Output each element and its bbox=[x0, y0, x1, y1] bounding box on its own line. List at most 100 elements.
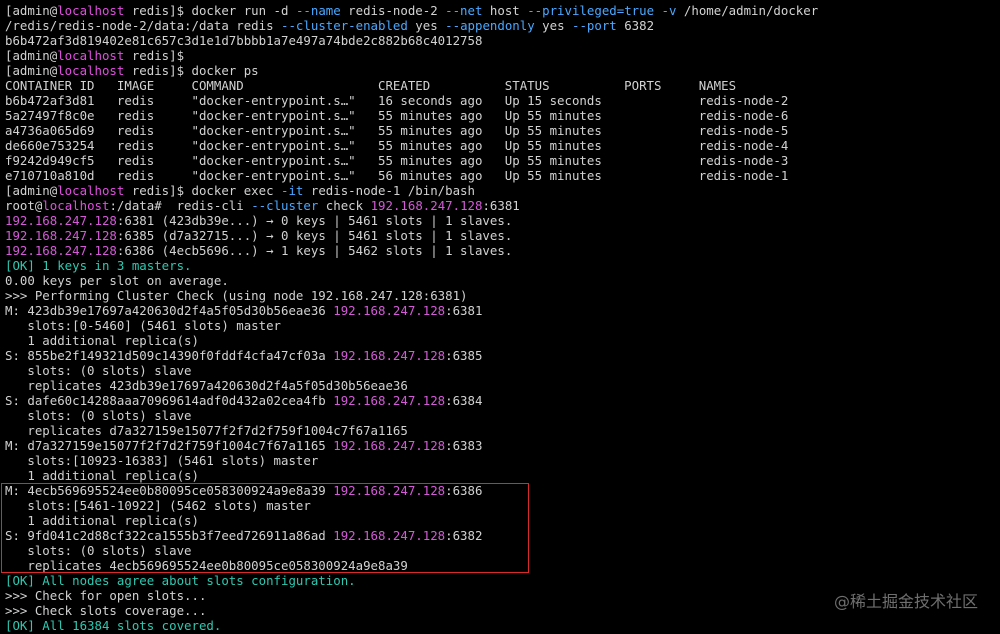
terminal-text: 192.168.247.128 bbox=[333, 303, 446, 318]
terminal-text: S: 855be2f149321d509c14390f0fddf4cfa47cf… bbox=[5, 348, 334, 363]
terminal-text: 192.168.247.128 bbox=[5, 213, 117, 228]
terminal-text: M: d7a327159e15077f2f7d2f759f1004c7f67a1… bbox=[5, 438, 334, 453]
terminal-line: [admin@localhost redis]$ docker ps bbox=[5, 63, 1000, 78]
terminal-line: [admin@localhost redis]$ docker run -d -… bbox=[5, 3, 1000, 18]
watermark: @稀土掘金技术社区 bbox=[833, 592, 978, 611]
terminal-line: S: dafe60c14288aaa70969614adf0d432a02cea… bbox=[5, 393, 1000, 408]
terminal-text: redis]$ docker run -d bbox=[124, 3, 296, 18]
terminal-line: b6b472af3d81 redis "docker-entrypoint.s…… bbox=[5, 93, 1000, 108]
terminal-text: check bbox=[318, 198, 371, 213]
terminal-text: [OK] 1 keys in 3 masters. bbox=[5, 258, 192, 273]
terminal-line: CONTAINER ID IMAGE COMMAND CREATED STATU… bbox=[5, 78, 1000, 93]
terminal-text: 1 additional replica(s) bbox=[5, 513, 199, 528]
terminal-text: 1 additional replica(s) bbox=[5, 468, 199, 483]
terminal-text: -it bbox=[281, 183, 304, 198]
terminal-line: 0.00 keys per slot on average. bbox=[5, 273, 1000, 288]
terminal-line: /redis/redis-node-2/data:/data redis --c… bbox=[5, 18, 1000, 33]
terminal-line: [OK] All 16384 slots covered. bbox=[5, 618, 1000, 633]
terminal-line: b6b472af3d819402e81c657c3d1e1d7bbbb1a7e4… bbox=[5, 33, 1000, 48]
terminal-text: :6381 bbox=[445, 303, 483, 318]
terminal-text: localhost bbox=[57, 63, 125, 78]
terminal-text: >>> Check for open slots... bbox=[5, 588, 207, 603]
terminal-line: S: 9fd041c2d88cf322ca1555b3f7eed726911a8… bbox=[5, 528, 1000, 543]
terminal-line: replicates 4ecb569695524ee0b80095ce05830… bbox=[5, 558, 1000, 573]
terminal-output: [admin@localhost redis]$ docker run -d -… bbox=[5, 3, 1000, 633]
terminal-text: 192.168.247.128 bbox=[333, 483, 446, 498]
terminal-text: --privileged=true bbox=[527, 3, 655, 18]
terminal-text: :6382 bbox=[445, 528, 483, 543]
terminal-text: redis]$ docker exec bbox=[124, 183, 282, 198]
terminal-text: :6384 bbox=[445, 393, 483, 408]
terminal-text: :6385 (d7a32715...) → 0 keys | 5461 slot… bbox=[116, 228, 513, 243]
terminal-line: 5a27497f8c0e redis "docker-entrypoint.s…… bbox=[5, 108, 1000, 123]
terminal-text: >>> Check slots coverage... bbox=[5, 603, 207, 618]
terminal-text: --port bbox=[572, 18, 617, 33]
terminal-line: replicates d7a327159e15077f2f7d2f759f100… bbox=[5, 423, 1000, 438]
terminal-text: 192.168.247.128 bbox=[333, 393, 446, 408]
terminal-text: S: dafe60c14288aaa70969614adf0d432a02cea… bbox=[5, 393, 334, 408]
terminal-text: :/data# redis-cli bbox=[109, 198, 252, 213]
terminal-text: 0.00 keys per slot on average. bbox=[5, 273, 229, 288]
terminal-text: [admin@ bbox=[5, 183, 58, 198]
terminal-text: :6386 (4ecb5696...) → 1 keys | 5462 slot… bbox=[116, 243, 513, 258]
terminal-text: --net bbox=[445, 3, 483, 18]
terminal-text: de660e753254 redis "docker-entrypoint.s…… bbox=[5, 138, 789, 153]
terminal-text: S: 9fd041c2d88cf322ca1555b3f7eed726911a8… bbox=[5, 528, 334, 543]
terminal-line: 1 additional replica(s) bbox=[5, 468, 1000, 483]
terminal-line: slots:[0-5460] (5461 slots) master bbox=[5, 318, 1000, 333]
terminal-text: slots:[0-5460] (5461 slots) master bbox=[5, 318, 282, 333]
terminal-line: root@localhost:/data# redis-cli --cluste… bbox=[5, 198, 1000, 213]
terminal-line: slots: (0 slots) slave bbox=[5, 408, 1000, 423]
terminal-line: [admin@localhost redis]$ bbox=[5, 48, 1000, 63]
terminal-line: replicates 423db39e17697a420630d2f4a5f05… bbox=[5, 378, 1000, 393]
terminal-text: [admin@ bbox=[5, 63, 58, 78]
terminal-text: [admin@ bbox=[5, 48, 58, 63]
terminal-text: 192.168.247.128 bbox=[5, 243, 117, 258]
terminal-text: :6385 bbox=[445, 348, 483, 363]
terminal-text: --name bbox=[295, 3, 341, 18]
terminal-text: slots: (0 slots) slave bbox=[5, 363, 192, 378]
terminal-text: --cluster-enabled bbox=[281, 18, 408, 33]
terminal-line: slots:[10923-16383] (5461 slots) master bbox=[5, 453, 1000, 468]
terminal-line: slots: (0 slots) slave bbox=[5, 363, 1000, 378]
terminal-line: [OK] 1 keys in 3 masters. bbox=[5, 258, 1000, 273]
terminal-text: redis]$ docker ps bbox=[124, 63, 259, 78]
terminal-text: 192.168.247.128 bbox=[333, 348, 446, 363]
terminal-line: 1 additional replica(s) bbox=[5, 333, 1000, 348]
terminal-text: --appendonly bbox=[445, 18, 535, 33]
terminal-text: 192.168.247.128 bbox=[5, 228, 117, 243]
terminal-text: :6383 bbox=[445, 438, 483, 453]
terminal-text: slots: (0 slots) slave bbox=[5, 408, 192, 423]
terminal-text: localhost bbox=[57, 3, 125, 18]
terminal-window[interactable]: [admin@localhost redis]$ docker run -d -… bbox=[0, 0, 1000, 634]
terminal-line: 1 additional replica(s) bbox=[5, 513, 1000, 528]
terminal-text: yes bbox=[407, 18, 446, 33]
terminal-text: 192.168.247.128 bbox=[333, 528, 446, 543]
terminal-line: f9242d949cf5 redis "docker-entrypoint.s…… bbox=[5, 153, 1000, 168]
terminal-text: replicates 423db39e17697a420630d2f4a5f05… bbox=[5, 378, 408, 393]
terminal-line: M: 423db39e17697a420630d2f4a5f05d30b56ea… bbox=[5, 303, 1000, 318]
terminal-text: >>> Performing Cluster Check (using node… bbox=[5, 288, 468, 303]
terminal-line: a4736a065d69 redis "docker-entrypoint.s…… bbox=[5, 123, 1000, 138]
terminal-text: root@ bbox=[5, 198, 43, 213]
terminal-text: b6b472af3d819402e81c657c3d1e1d7bbbb1a7e4… bbox=[5, 33, 483, 48]
terminal-line: [OK] All nodes agree about slots configu… bbox=[5, 573, 1000, 588]
terminal-line: de660e753254 redis "docker-entrypoint.s…… bbox=[5, 138, 1000, 153]
terminal-text: 192.168.247.128 bbox=[370, 198, 483, 213]
terminal-line: 192.168.247.128:6385 (d7a32715...) → 0 k… bbox=[5, 228, 1000, 243]
terminal-text: redis-node-1 /bin/bash bbox=[303, 183, 475, 198]
terminal-line: slots: (0 slots) slave bbox=[5, 543, 1000, 558]
terminal-text: slots: (0 slots) slave bbox=[5, 543, 192, 558]
terminal-text: e710710a810d redis "docker-entrypoint.s…… bbox=[5, 168, 789, 183]
terminal-text: :6381 (423db39e...) → 0 keys | 5461 slot… bbox=[116, 213, 513, 228]
terminal-text: slots:[5461-10922] (5462 slots) master bbox=[5, 498, 311, 513]
terminal-text: 5a27497f8c0e redis "docker-entrypoint.s…… bbox=[5, 108, 789, 123]
terminal-text: :6386 bbox=[445, 483, 483, 498]
terminal-text: M: 423db39e17697a420630d2f4a5f05d30b56ea… bbox=[5, 303, 334, 318]
terminal-text: CONTAINER ID IMAGE COMMAND CREATED STATU… bbox=[5, 78, 737, 93]
terminal-text: replicates d7a327159e15077f2f7d2f759f100… bbox=[5, 423, 408, 438]
terminal-text: M: 4ecb569695524ee0b80095ce058300924a9e8… bbox=[5, 483, 334, 498]
terminal-text: localhost bbox=[57, 48, 125, 63]
terminal-text: f9242d949cf5 redis "docker-entrypoint.s…… bbox=[5, 153, 789, 168]
terminal-line: >>> Performing Cluster Check (using node… bbox=[5, 288, 1000, 303]
